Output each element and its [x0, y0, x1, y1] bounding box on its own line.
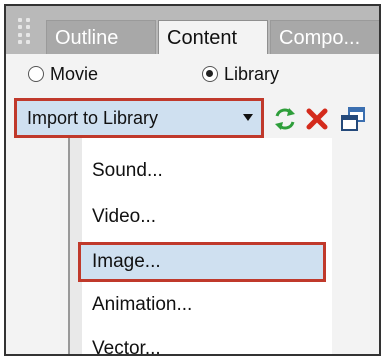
radio-button-icon[interactable]: [28, 66, 44, 82]
drag-grip-icon[interactable]: [18, 18, 34, 44]
radio-library-label: Library: [224, 63, 280, 84]
menu-item-sound[interactable]: Sound...: [78, 152, 326, 192]
refresh-icon[interactable]: [272, 106, 298, 132]
tab-compo[interactable]: Compo...: [270, 20, 379, 54]
radio-movie[interactable]: Movie: [28, 63, 98, 85]
tab-outline[interactable]: Outline: [46, 20, 156, 54]
radio-movie-label: Movie: [50, 63, 99, 84]
tab-content[interactable]: Content: [158, 20, 268, 54]
import-target-select[interactable]: Import to Library: [14, 98, 264, 138]
menu-item-vector[interactable]: Vector...: [78, 330, 326, 354]
radio-library[interactable]: Library: [202, 63, 279, 85]
copy-icon[interactable]: [340, 106, 366, 132]
dropdown-arrow-icon[interactable]: [243, 114, 253, 121]
menu-item-image[interactable]: Image...: [78, 242, 326, 282]
delete-icon[interactable]: [304, 106, 330, 132]
panel-window: Outline Content Compo... Movie Library I…: [4, 4, 381, 356]
import-target-value: Import to Library: [27, 108, 159, 128]
menu-item-video[interactable]: Video...: [78, 198, 326, 238]
radio-button-selected-icon[interactable]: [202, 66, 218, 82]
menu-item-animation[interactable]: Animation...: [78, 286, 326, 326]
import-menu: Sound... Video... Image... Animation... …: [68, 138, 332, 354]
tab-strip: Outline Content Compo...: [6, 6, 379, 54]
source-radio-group: Movie Library: [6, 54, 379, 92]
